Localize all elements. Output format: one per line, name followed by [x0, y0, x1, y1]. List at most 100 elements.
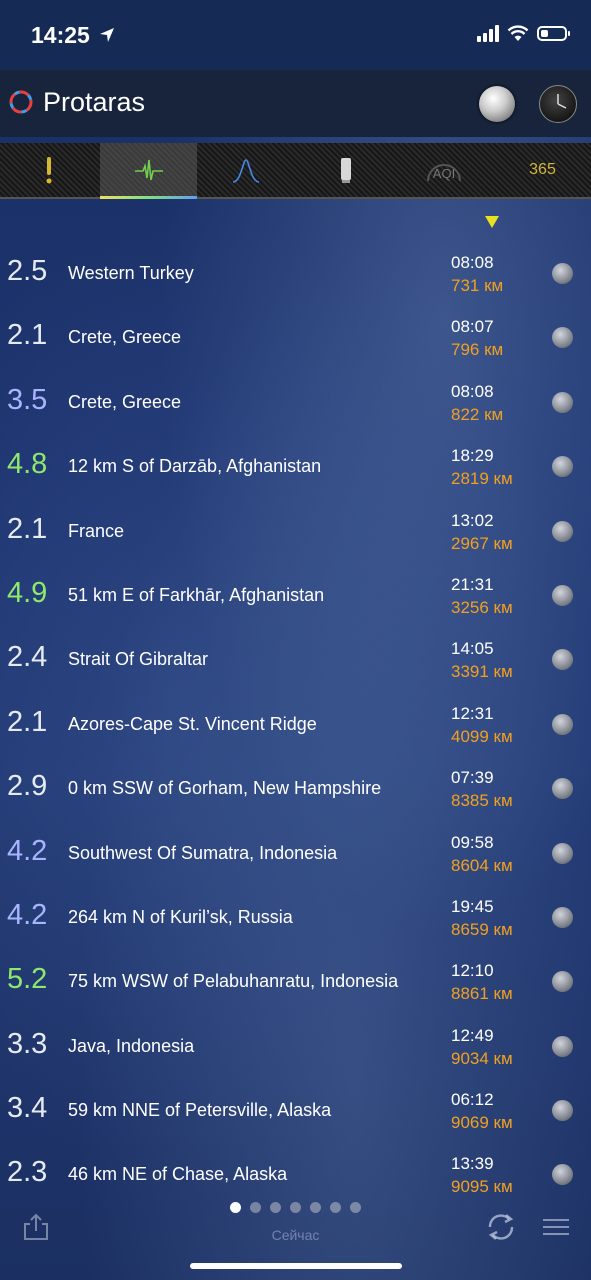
quake-row[interactable]: 2.9 0 km SSW of Gorham, New Hampshire 07:3…	[0, 756, 591, 820]
page-dot[interactable]	[270, 1202, 281, 1213]
quake-row[interactable]: 4.2 264 km N of Kuril’sk, Russia 19:45 8659…	[0, 885, 591, 949]
status-time: 14:25	[31, 22, 90, 48]
wifi-icon	[507, 25, 529, 41]
quake-location: Java, Indonesia	[68, 1035, 195, 1056]
quake-time: 13:02	[451, 510, 494, 530]
quake-row[interactable]: 2.4 Strait Of Gibraltar 14:05 3391 км	[0, 627, 591, 691]
globe-icon[interactable]	[552, 456, 573, 478]
globe-icon[interactable]	[552, 906, 573, 928]
clock-icon[interactable]	[539, 85, 577, 123]
quake-time: 08:08	[451, 253, 494, 272]
quake-location: 51 km E of Farkhār, Afghanistan	[68, 584, 325, 605]
app-logo-icon	[9, 90, 33, 114]
quake-magnitude: 2.5	[7, 255, 48, 287]
globe-icon[interactable]	[552, 971, 573, 993]
earthquake-list[interactable]: 2.5 Western Turkey 08:08 731 км 2.1 Crete, Gr…	[0, 241, 591, 1207]
quake-location: 264 km N of Kuril’sk, Russia	[68, 906, 293, 927]
quake-location: 0 km SSW of Gorham, New Hampshire	[68, 778, 382, 799]
quake-row[interactable]: 2.5 Western Turkey 08:08 731 км	[0, 241, 591, 305]
tab-earthquakes[interactable]	[100, 143, 197, 199]
quake-row[interactable]: 4.8 12 km S of Darzāb, Afghanistan 18:29 28…	[0, 434, 591, 498]
quake-distance: 9095 км	[451, 1177, 513, 1197]
page-dot[interactable]	[350, 1202, 361, 1213]
home-indicator[interactable]	[190, 1263, 402, 1269]
quake-magnitude: 2.1	[7, 705, 48, 738]
quake-time: 12:10	[451, 961, 494, 981]
quake-time: 07:39	[451, 768, 494, 788]
location-arrow-icon	[100, 28, 114, 42]
quake-distance: 8861 км	[451, 984, 513, 1004]
globe-icon[interactable]	[552, 263, 573, 284]
quake-distance: 3256 км	[451, 597, 513, 617]
tab-aqi[interactable]: AQI	[395, 143, 492, 197]
menu-icon[interactable]	[543, 1218, 569, 1236]
quake-location: Azores-Cape St. Vincent Ridge	[68, 713, 317, 734]
tab-365-label: 365	[529, 161, 556, 178]
quake-time: 14:05	[451, 639, 494, 659]
globe-icon[interactable]	[552, 713, 573, 735]
quake-row[interactable]: 2.1 Crete, Greece 08:07 796 км	[0, 305, 591, 369]
quake-magnitude: 4.2	[7, 898, 48, 931]
quake-distance: 8659 км	[451, 919, 513, 939]
globe-icon[interactable]	[552, 778, 573, 800]
page-dot[interactable]	[290, 1202, 301, 1213]
globe-icon[interactable]	[552, 327, 573, 349]
quake-row[interactable]: 2.1 France 13:02 2967 км	[0, 499, 591, 563]
quake-distance: 8385 км	[451, 791, 513, 811]
globe-icon[interactable]	[479, 86, 515, 122]
quake-row[interactable]: 2.3 46 km NE of Chase, Alaska 13:39 9095 км	[0, 1142, 591, 1206]
quake-row[interactable]: 4.2 Southwest Of Sumatra, Indonesia 09:58 8…	[0, 821, 591, 885]
quake-magnitude: 3.3	[7, 1027, 48, 1060]
quake-location: 75 km WSW of Pelabuhanratu, Indonesia	[68, 971, 399, 992]
quake-row[interactable]: 5.2 75 km WSW of Pelabuhanratu, Indonesia…	[0, 949, 591, 1013]
quake-time: 06:12	[451, 1090, 494, 1110]
page-indicator[interactable]	[230, 1202, 361, 1213]
seismograph-icon	[134, 159, 163, 181]
quake-magnitude: 5.2	[7, 963, 48, 996]
page-dot[interactable]	[330, 1202, 341, 1213]
globe-icon[interactable]	[552, 842, 573, 864]
quake-time: 08:08	[451, 381, 494, 401]
quake-time: 13:39	[451, 1154, 494, 1174]
quake-time: 12:31	[451, 703, 494, 723]
quake-time: 18:29	[451, 446, 494, 466]
tab-sensor[interactable]	[297, 143, 394, 197]
globe-icon[interactable]	[552, 584, 573, 606]
aqi-icon: AQI	[426, 164, 461, 182]
globe-icon[interactable]	[552, 1035, 573, 1057]
globe-icon[interactable]	[552, 520, 573, 542]
page-dot[interactable]	[230, 1202, 241, 1213]
quake-magnitude: 2.4	[7, 641, 48, 674]
quake-magnitude: 2.1	[7, 319, 48, 352]
quake-distance: 9034 км	[451, 1048, 513, 1068]
quake-row[interactable]: 3.4 59 km NNE of Petersville, Alaska 06:12…	[0, 1078, 591, 1142]
quake-location: 12 km S of Darzāb, Afghanistan	[68, 456, 322, 477]
globe-icon[interactable]	[552, 1100, 573, 1122]
status-icons	[477, 25, 570, 42]
globe-icon[interactable]	[552, 391, 573, 413]
quake-row[interactable]: 4.9 51 km E of Farkhār, Afghanistan 21:31 3…	[0, 563, 591, 627]
quake-distance: 2967 км	[451, 533, 513, 553]
globe-icon[interactable]	[552, 649, 573, 671]
globe-icon[interactable]	[552, 1164, 573, 1186]
tab-bar: AQI 365	[0, 143, 591, 199]
quake-distance: 9069 км	[451, 1113, 513, 1133]
quake-row[interactable]: 3.3 Java, Indonesia 12:49 9034 км	[0, 1014, 591, 1078]
quake-magnitude: 4.2	[7, 834, 48, 867]
tab-365[interactable]: 365	[494, 143, 591, 197]
quake-location: Western Turkey	[68, 263, 194, 283]
page-dot[interactable]	[250, 1202, 261, 1213]
quake-row[interactable]: 3.5 Crete, Greece 08:08 822 км	[0, 370, 591, 434]
location-title[interactable]: Protaras	[43, 87, 145, 118]
tab-waves[interactable]	[197, 143, 294, 197]
tab-alerts[interactable]	[0, 143, 97, 197]
page-dot[interactable]	[310, 1202, 321, 1213]
exclamation-icon	[46, 157, 51, 184]
quake-time: 08:07	[451, 317, 494, 337]
quake-time: 12:49	[451, 1025, 494, 1045]
quake-row[interactable]: 2.1 Azores-Cape St. Vincent Ridge 12:31 409…	[0, 692, 591, 756]
quake-location: 46 km NE of Chase, Alaska	[68, 1164, 288, 1185]
refresh-icon[interactable]	[484, 1210, 518, 1244]
svg-text:AQI: AQI	[432, 166, 454, 181]
quake-magnitude: 4.8	[7, 448, 48, 481]
